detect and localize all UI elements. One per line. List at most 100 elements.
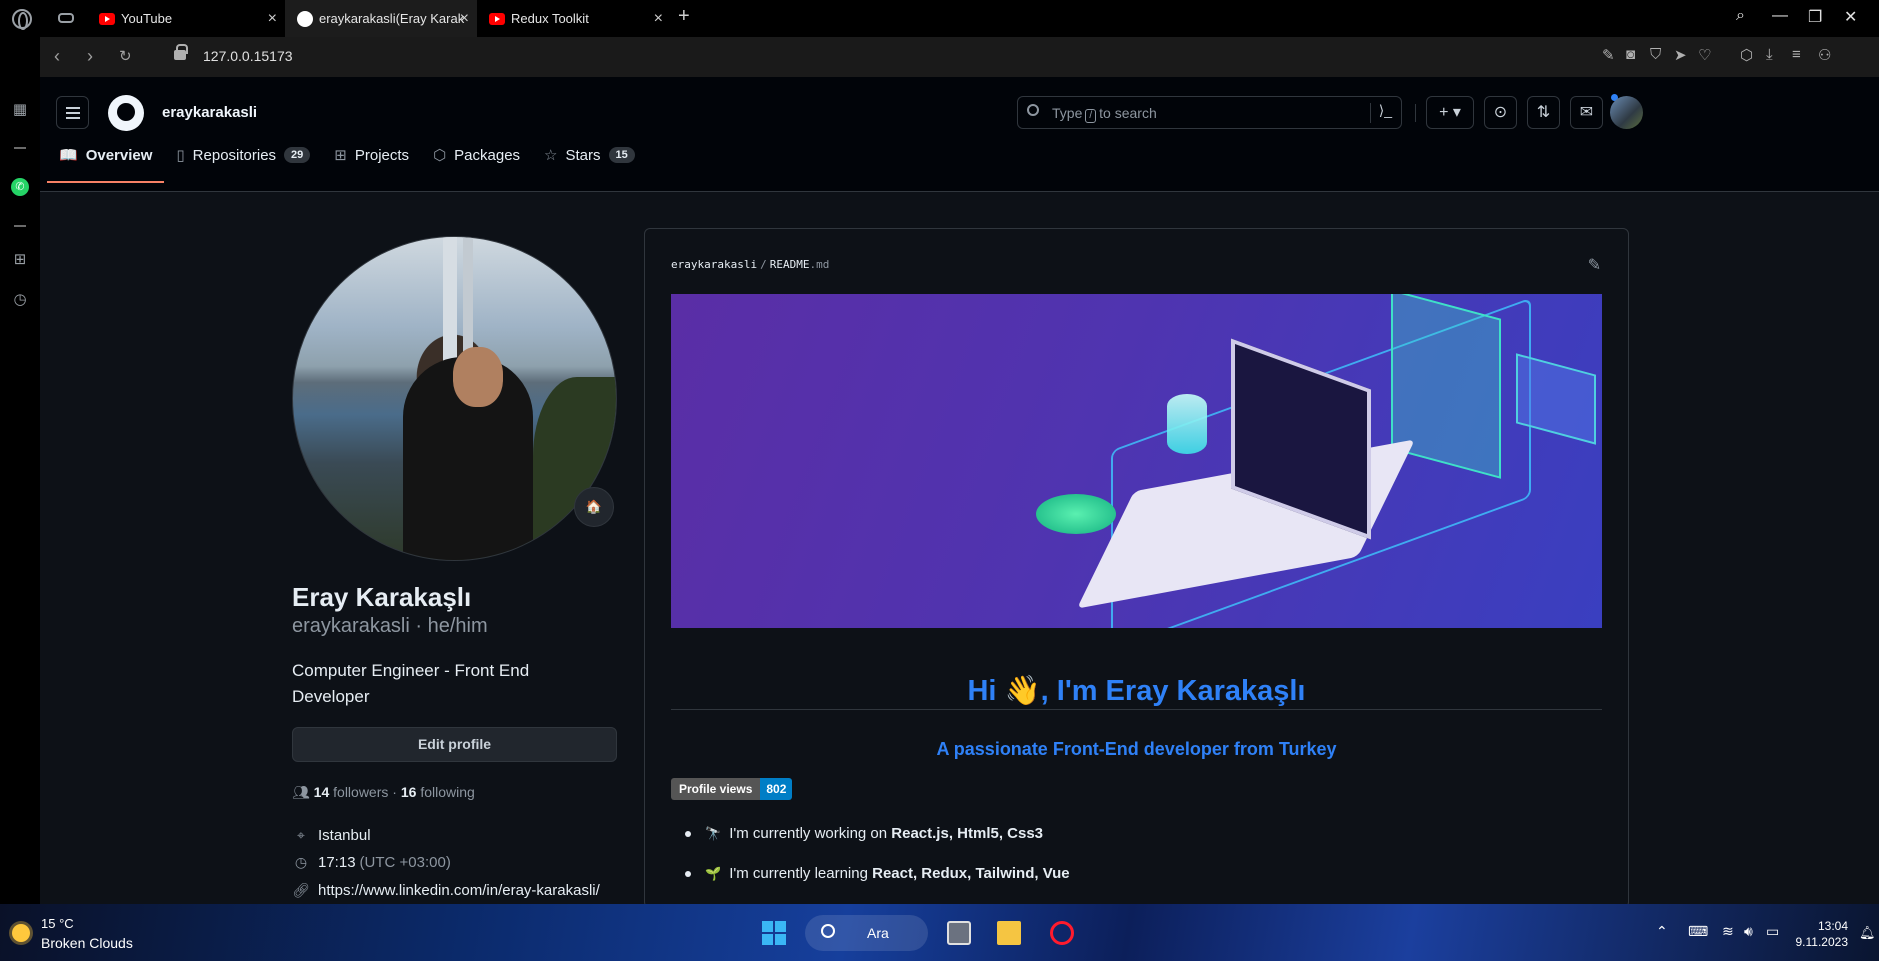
profile-location: ⌖ Istanbul: [292, 827, 371, 844]
wifi-icon[interactable]: ≋: [1722, 923, 1734, 940]
close-icon[interactable]: ×: [460, 10, 469, 28]
profile-website: 🔗︎ https://www.linkedin.com/in/eray-kara…: [292, 882, 600, 899]
tab-packages[interactable]: ⬡ Packages: [421, 127, 532, 183]
reload-icon[interactable]: ↻: [119, 47, 132, 65]
restore-icon[interactable]: ❐: [1808, 7, 1822, 27]
opera-icon[interactable]: [1050, 921, 1074, 945]
browser-tab-bar: YouTube × eraykarakasli(Eray Karak × Red…: [0, 0, 1879, 37]
pull-requests-icon[interactable]: ⇅: [1527, 96, 1560, 129]
avatar[interactable]: [1610, 96, 1643, 129]
workspaces-icon[interactable]: ⊞: [11, 251, 29, 269]
tab-label: Packages: [454, 146, 521, 164]
following-link[interactable]: 16 following: [401, 784, 475, 800]
back-icon[interactable]: ‹: [54, 46, 60, 67]
github-logo-icon[interactable]: [108, 95, 144, 131]
create-new-button[interactable]: + ▾: [1426, 96, 1474, 129]
readme-heading: Hi 👋, I'm Eray Karakaşlı: [967, 675, 1306, 707]
website-link[interactable]: https://www.linkedin.com/in/eray-karakas…: [318, 882, 600, 899]
tab-repositories[interactable]: ▯ Repositories 29: [164, 127, 322, 183]
inbox-icon[interactable]: ✉: [1570, 96, 1603, 129]
profile-avatar[interactable]: [292, 236, 617, 561]
lock-icon: [174, 44, 188, 60]
tab-projects[interactable]: ⊞ Projects: [322, 127, 421, 183]
divider: [14, 225, 26, 227]
minimize-icon[interactable]: —: [1772, 7, 1788, 25]
header-username[interactable]: eraykarakasli: [162, 104, 257, 121]
readme-owner[interactable]: eraykarakasli: [671, 258, 757, 271]
battery-icon[interactable]: ▭: [1766, 923, 1779, 940]
followers-link[interactable]: 14 followers: [314, 784, 389, 800]
pencil-icon[interactable]: ✎: [1588, 255, 1601, 275]
location-text: Istanbul: [318, 827, 371, 844]
taskbar-search[interactable]: Ara: [805, 915, 928, 951]
system-clock[interactable]: 13:04 9.11.2023: [1796, 918, 1849, 950]
shield-icon[interactable]: ⛉: [1650, 46, 1661, 63]
whatsapp-icon[interactable]: ✆: [11, 178, 29, 196]
badge-label: Profile views: [671, 778, 761, 800]
hamburger-icon: [66, 107, 80, 109]
readme-ext: .md: [809, 258, 830, 271]
new-tab-icon[interactable]: +: [678, 5, 690, 28]
history-icon[interactable]: ◷: [11, 291, 29, 309]
volume-icon[interactable]: 🔊︎: [1744, 923, 1753, 940]
opera-menu-icon[interactable]: [12, 9, 32, 30]
list-item-text: I'm currently learning: [729, 865, 873, 882]
issues-icon[interactable]: ⊙: [1484, 96, 1517, 129]
command-palette-icon[interactable]: ⟩_: [1379, 102, 1392, 119]
settings-sliders-icon[interactable]: ≡: [1792, 46, 1801, 63]
pin-icon[interactable]: ✎: [1602, 46, 1615, 64]
close-icon[interactable]: ×: [654, 10, 663, 28]
status-emoji-button[interactable]: 🏠: [574, 487, 614, 527]
tab-overview[interactable]: 📖 Overview: [47, 127, 165, 183]
close-icon[interactable]: ×: [268, 10, 277, 28]
divider: [14, 147, 26, 149]
tab-label: Projects: [354, 146, 410, 164]
readme-subheading: A passionate Front-End developer from Tu…: [936, 739, 1337, 759]
weather-desc[interactable]: Broken Clouds: [41, 935, 133, 951]
gamepad-icon[interactable]: [58, 13, 74, 23]
start-button[interactable]: [762, 921, 786, 945]
windows-logo-icon: [762, 921, 773, 932]
search-input[interactable]: Type / to search ⟩_: [1017, 96, 1402, 129]
task-view-icon[interactable]: [947, 921, 971, 945]
readme-path: eraykarakasli / README.md: [671, 258, 830, 271]
sun-icon[interactable]: [12, 924, 30, 942]
search-placeholder: Type / to search: [1052, 105, 1157, 123]
send-icon[interactable]: ➤: [1674, 46, 1687, 64]
tab-label: eraykarakasli(Eray Karak: [319, 11, 465, 26]
profile-icon[interactable]: ⚇: [1818, 46, 1831, 64]
tab-label: Redux Toolkit: [511, 11, 589, 26]
menu-button[interactable]: [56, 96, 89, 129]
opera-sidebar: ▦ ✆ ⊞ ◷: [0, 37, 40, 904]
close-window-icon[interactable]: ✕: [1844, 7, 1857, 27]
browser-tab[interactable]: Redux Toolkit ×: [477, 0, 671, 37]
repo-icon: ▯: [176, 147, 185, 164]
browser-tab-active[interactable]: eraykarakasli(Eray Karak ×: [285, 0, 477, 37]
keyboard-icon[interactable]: ⌨: [1688, 923, 1708, 940]
notification-bell-icon[interactable]: 🔔︎: [1859, 925, 1876, 941]
list-item-text: I'm currently working on: [729, 825, 892, 842]
forward-icon[interactable]: ›: [87, 46, 93, 67]
weather-temp[interactable]: 15 °C: [41, 916, 74, 931]
file-explorer-icon[interactable]: [997, 921, 1021, 945]
search-tabs-icon[interactable]: ⌕: [1736, 7, 1745, 25]
divider: [671, 709, 1602, 710]
download-icon[interactable]: ⤓: [1766, 46, 1773, 63]
disc-decoration: [1036, 494, 1116, 534]
hamburger-icon: [66, 112, 80, 114]
heart-icon[interactable]: ♡: [1698, 46, 1711, 64]
cube-icon[interactable]: ⬡: [1740, 46, 1753, 64]
tab-stars[interactable]: ☆ Stars 15: [532, 127, 647, 183]
github-icon: [297, 10, 313, 27]
time-text: 17:13: [318, 854, 356, 871]
readme-file[interactable]: README: [770, 258, 810, 271]
store-icon[interactable]: ▦: [11, 101, 29, 119]
clock-date: 9.11.2023: [1795, 935, 1849, 949]
url-field[interactable]: 127.0.0.15173: [203, 48, 293, 64]
camera-icon[interactable]: ◙: [1626, 46, 1635, 63]
badge-value: 802: [760, 778, 793, 800]
browser-tab[interactable]: YouTube ×: [87, 0, 285, 37]
clock-time: 13:04: [1817, 919, 1848, 933]
chevron-up-icon[interactable]: ⌃: [1656, 923, 1668, 940]
edit-profile-button[interactable]: Edit profile: [292, 727, 617, 762]
